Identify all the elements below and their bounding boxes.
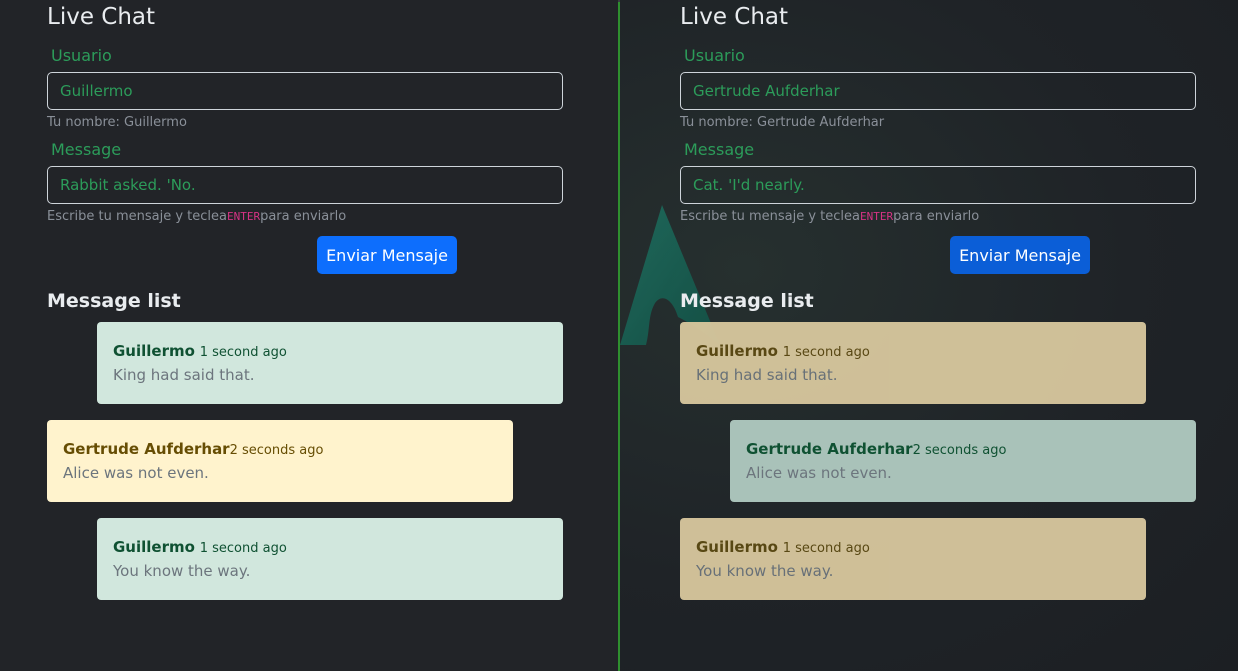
enter-key-hint: ENTER [859,210,894,223]
message-help-text: Escribe tu mensaje y tecleaENTERpara env… [680,209,979,224]
message-text: Alice was not even. [63,464,209,482]
message-author: Guillermo [113,538,195,556]
page-title: Live Chat [680,4,789,30]
message-time: 1 second ago [199,541,287,556]
desktop: Live Chat Usuario Guillermo Tu nombre: G… [0,0,1238,671]
message-item: Gertrude Aufderhar2 seconds ago Alice wa… [730,420,1196,502]
message-list-title: Message list [47,290,181,312]
enter-key-hint: ENTER [226,210,261,223]
message-text: King had said that. [696,366,838,384]
help-suffix: para enviarlo [893,209,980,224]
message-author: Gertrude Aufderhar [63,440,230,458]
message-label: Message [51,140,122,159]
message-author: Guillermo [696,342,778,360]
message-author: Guillermo [696,538,778,556]
message-time: 2 seconds ago [912,443,1007,458]
message-item: Guillermo 1 second ago You know the way. [680,518,1146,600]
message-item: Guillermo 1 second ago King had said tha… [97,322,563,404]
message-time: 1 second ago [782,541,870,556]
help-prefix: Escribe tu mensaje y teclea [680,209,860,224]
message-text: You know the way. [113,562,251,580]
message-text: King had said that. [113,366,255,384]
message-list-title: Message list [680,290,814,312]
message-time: 1 second ago [782,345,870,360]
user-help-text: Tu nombre: Guillermo [47,115,187,130]
message-time: 2 seconds ago [229,443,324,458]
page-title: Live Chat [47,4,156,30]
message-author: Guillermo [113,342,195,360]
user-input[interactable]: Gertrude Aufderhar [680,72,1196,110]
message-item: Guillermo 1 second ago King had said tha… [680,322,1146,404]
message-label: Message [684,140,755,159]
help-suffix: para enviarlo [260,209,347,224]
send-message-button[interactable]: Enviar Mensaje [317,236,457,274]
chat-pane-left: Live Chat Usuario Guillermo Tu nombre: G… [0,0,618,671]
message-text: You know the way. [696,562,834,580]
message-time: 1 second ago [199,345,287,360]
user-label: Usuario [51,46,112,65]
message-help-text: Escribe tu mensaje y tecleaENTERpara env… [47,209,346,224]
send-message-button[interactable]: Enviar Mensaje [950,236,1090,274]
message-author: Gertrude Aufderhar [746,440,913,458]
user-help-text: Tu nombre: Gertrude Aufderhar [680,115,885,130]
help-prefix: Escribe tu mensaje y teclea [47,209,227,224]
message-text: Alice was not even. [746,464,892,482]
message-item: Gertrude Aufderhar2 seconds ago Alice wa… [47,420,513,502]
message-input[interactable]: Cat. 'I'd nearly. [680,166,1196,204]
user-input[interactable]: Guillermo [47,72,563,110]
message-item: Guillermo 1 second ago You know the way. [97,518,563,600]
message-input[interactable]: Rabbit asked. 'No. [47,166,563,204]
chat-pane-right: Live Chat Usuario Gertrude Aufderhar Tu … [620,0,1238,671]
user-label: Usuario [684,46,745,65]
